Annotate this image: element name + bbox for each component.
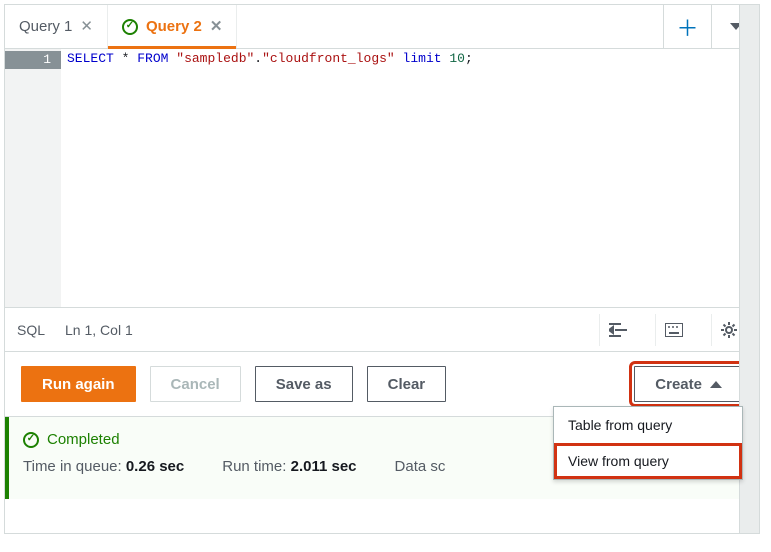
tab-label: Query 2 bbox=[146, 18, 202, 35]
format-icon bbox=[609, 323, 627, 337]
tab-query-2[interactable]: Query 2 ✕ bbox=[108, 5, 237, 48]
sql-keyword: FROM bbox=[137, 51, 168, 66]
create-menu: Table from query View from query bbox=[553, 406, 743, 480]
gear-icon bbox=[720, 321, 738, 339]
editor-cursor-pos: Ln 1, Col 1 bbox=[65, 322, 133, 338]
editor-status-bar: SQL Ln 1, Col 1 bbox=[5, 307, 759, 351]
close-icon[interactable]: ✕ bbox=[210, 19, 223, 34]
metric-queue: Time in queue: 0.26 sec bbox=[23, 458, 184, 475]
create-button[interactable]: Create bbox=[634, 366, 743, 402]
tab-query-1[interactable]: Query 1 ✕ bbox=[5, 5, 108, 48]
sql-string: "sampledb" bbox=[176, 51, 254, 66]
editor-language: SQL bbox=[17, 322, 45, 338]
menu-item-view-from-query[interactable]: View from query bbox=[554, 443, 742, 479]
metric-scanned: Data sc bbox=[395, 458, 446, 475]
tab-bar: Query 1 ✕ Query 2 ✕ ＋ bbox=[5, 5, 759, 49]
menu-item-table-from-query[interactable]: Table from query bbox=[554, 407, 742, 443]
tab-label: Query 1 bbox=[19, 18, 72, 35]
status-label: Completed bbox=[47, 431, 120, 448]
keyboard-button[interactable] bbox=[655, 314, 691, 346]
close-icon[interactable]: ✕ bbox=[80, 19, 93, 34]
action-bar: Run again Cancel Save as Clear Create Ta… bbox=[5, 351, 759, 416]
line-number: 1 bbox=[5, 51, 61, 69]
run-again-button[interactable]: Run again bbox=[21, 366, 136, 402]
chevron-up-icon bbox=[710, 381, 722, 388]
sql-string: "cloudfront_logs" bbox=[262, 51, 395, 66]
editor-gutter: 1 bbox=[5, 49, 61, 307]
check-circle-icon bbox=[23, 432, 39, 448]
save-as-button[interactable]: Save as bbox=[255, 366, 353, 402]
keyboard-icon bbox=[665, 323, 683, 337]
clear-button[interactable]: Clear bbox=[367, 366, 447, 402]
add-tab-button[interactable]: ＋ bbox=[663, 5, 711, 48]
editor-code[interactable]: SELECT * FROM "sampledb"."cloudfront_log… bbox=[61, 49, 759, 307]
metric-runtime: Run time: 2.011 sec bbox=[222, 458, 356, 475]
cancel-button: Cancel bbox=[150, 366, 241, 402]
sql-keyword: SELECT bbox=[67, 51, 114, 66]
sql-keyword: limit bbox=[403, 51, 442, 66]
check-circle-icon bbox=[122, 19, 138, 35]
sql-editor[interactable]: 1 SELECT * FROM "sampledb"."cloudfront_l… bbox=[5, 49, 759, 307]
sql-number: 10 bbox=[449, 51, 465, 66]
format-button[interactable] bbox=[599, 314, 635, 346]
